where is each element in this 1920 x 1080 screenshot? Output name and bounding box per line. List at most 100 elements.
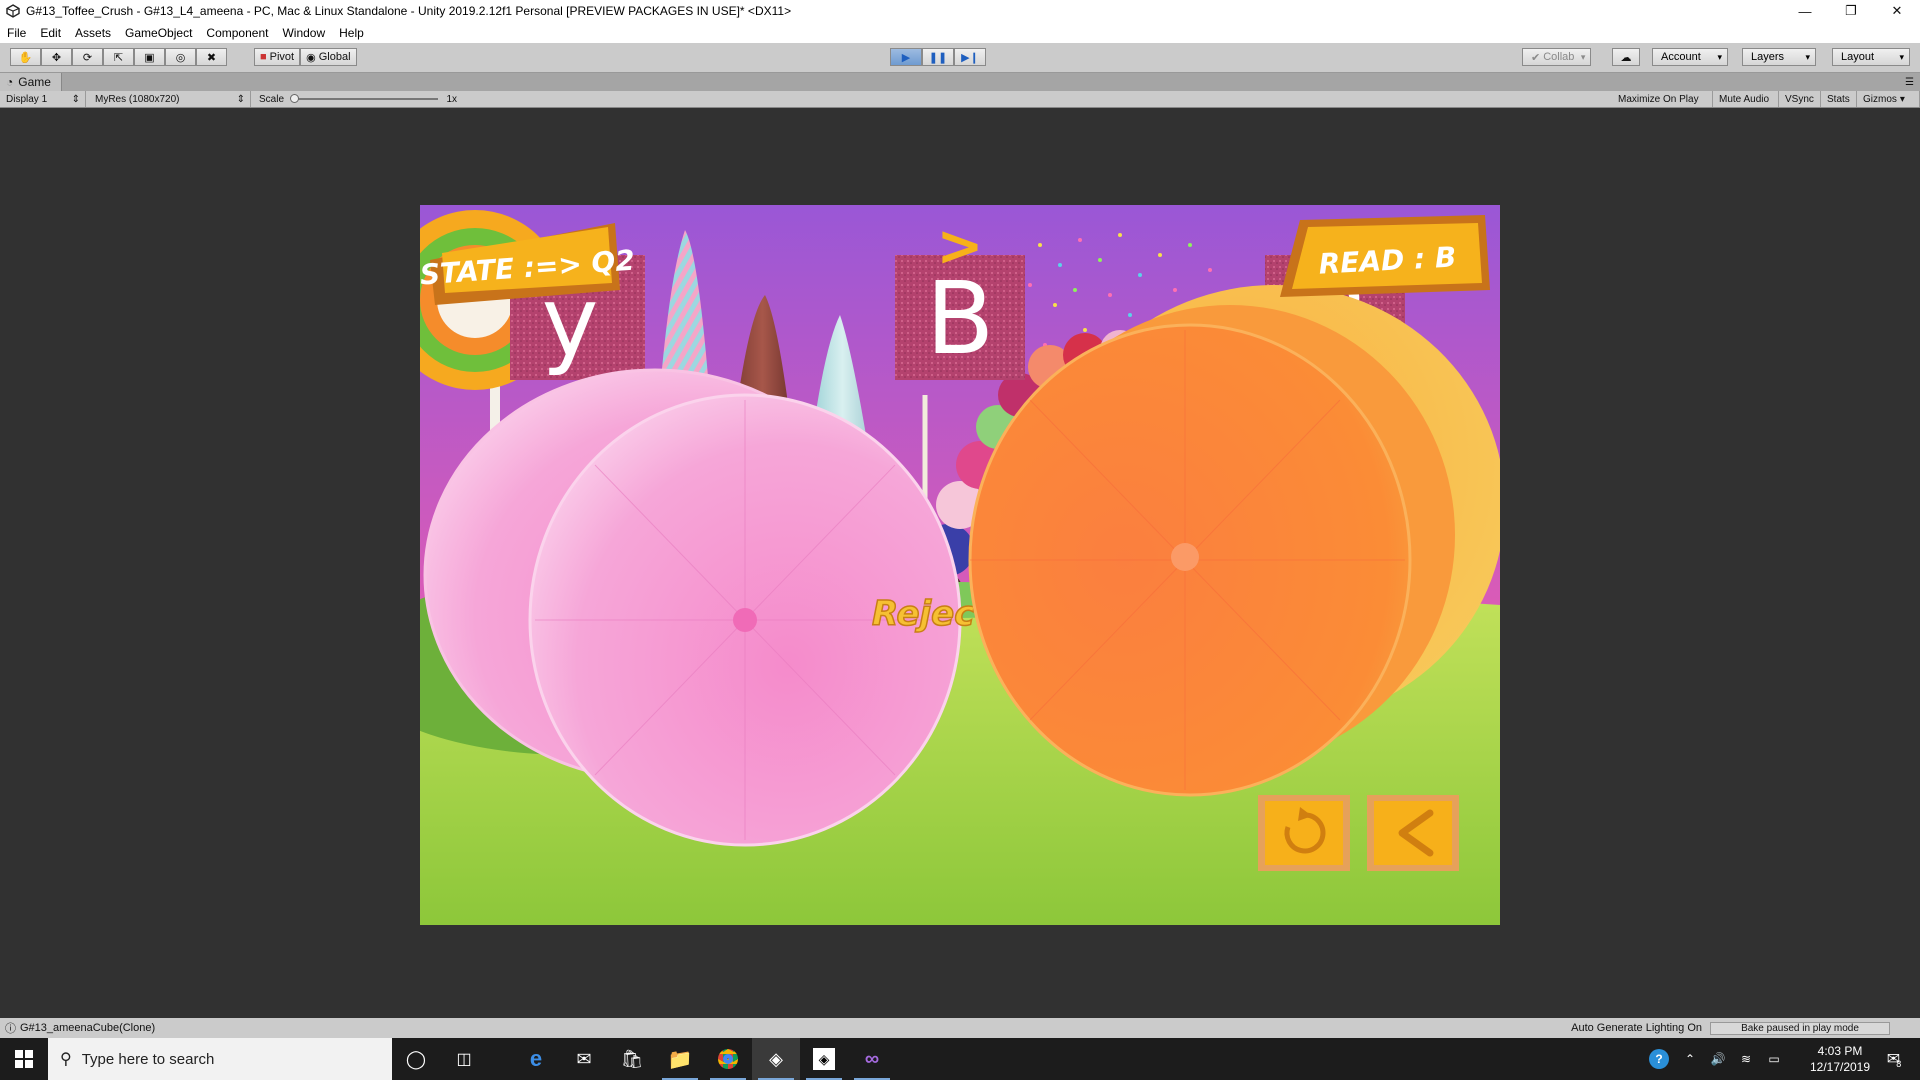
cloud-button[interactable]: ☁ xyxy=(1612,48,1640,66)
gizmos-dropdown[interactable]: Gizmos ▾ xyxy=(1857,91,1920,107)
search-placeholder: Type here to search xyxy=(81,1050,215,1068)
global-button[interactable]: ◉ Global xyxy=(300,48,357,66)
store-button[interactable]: 🛍 xyxy=(608,1038,656,1080)
vsync-toggle[interactable]: VSync xyxy=(1779,91,1821,107)
search-icon: ⚲ xyxy=(60,1051,72,1068)
action-center-button[interactable]: ✉ 8 xyxy=(1874,1038,1914,1080)
file-explorer-button[interactable]: 📁 xyxy=(656,1038,704,1080)
play-button[interactable]: ▶ xyxy=(890,48,922,66)
layout-group: Layout xyxy=(1832,48,1910,66)
battery-icon: ▭ xyxy=(1768,1052,1780,1066)
step-icon: ▶❙ xyxy=(961,51,979,64)
tray-overflow-button[interactable]: ⌃ xyxy=(1678,1038,1702,1080)
chevron-up-icon: ⌃ xyxy=(1684,1052,1696,1066)
updown-icon: ⇕ xyxy=(71,93,80,105)
tab-game[interactable]: ◔ Game xyxy=(0,73,62,91)
taskbar-clock[interactable]: 4:03 PM 12/17/2019 xyxy=(1804,1043,1876,1075)
taskbar-search-box[interactable]: ⚲ Type here to search xyxy=(48,1038,392,1080)
layout-dropdown[interactable]: Layout xyxy=(1832,48,1910,66)
orange-candy-center xyxy=(1171,543,1199,571)
account-dropdown[interactable]: Account xyxy=(1652,48,1728,66)
menu-gameobject[interactable]: GameObject xyxy=(118,26,199,40)
cloud-group: ☁ xyxy=(1612,48,1640,66)
pivot-button[interactable]: ■ Pivot xyxy=(254,48,301,66)
game-render[interactable]: y B > B Rejected xyxy=(420,205,1500,925)
volume-icon: 🔊 xyxy=(1710,1052,1726,1066)
cortana-button[interactable]: ◯ xyxy=(392,1038,440,1080)
mail-button[interactable]: ✉ xyxy=(560,1038,608,1080)
scale-value: 1x xyxy=(446,93,457,105)
display-dropdown[interactable]: Display 1 ⇕ xyxy=(0,91,86,107)
stats-toggle[interactable]: Stats xyxy=(1821,91,1857,107)
status-bar: ⓘ G#13_ameenaCube(Clone) Auto Generate L… xyxy=(0,1018,1920,1038)
dropdown-icon: ▾ xyxy=(1899,93,1905,105)
maximize-on-play-toggle[interactable]: Maximize On Play xyxy=(1612,91,1713,107)
help-tray-button[interactable]: ? xyxy=(1644,1038,1674,1080)
battery-button[interactable]: ▭ xyxy=(1762,1038,1786,1080)
hand-icon: ✋ xyxy=(18,51,33,64)
custom-tool-icon: ✖ xyxy=(206,51,217,64)
scale-slider-handle[interactable] xyxy=(290,94,300,103)
mute-audio-toggle[interactable]: Mute Audio xyxy=(1713,91,1779,107)
check-icon: ✔ xyxy=(1531,51,1541,64)
visual-studio-button[interactable]: ∞ xyxy=(848,1038,896,1080)
menu-assets[interactable]: Assets xyxy=(68,26,118,40)
pause-button[interactable]: ❚❚ xyxy=(922,48,954,66)
wifi-button[interactable]: ≋ xyxy=(1734,1038,1758,1080)
cortana-icon: ◯ xyxy=(405,1048,427,1069)
store-icon: 🛍 xyxy=(620,1048,644,1069)
start-button[interactable] xyxy=(0,1038,48,1080)
layers-dropdown[interactable]: Layers xyxy=(1742,48,1816,66)
game-viewport[interactable]: y B > B Rejected xyxy=(0,108,1920,1018)
restore-button[interactable]: ❐ xyxy=(1828,0,1874,22)
clock-date: 12/17/2019 xyxy=(1809,1060,1871,1074)
panel-menu-icon[interactable]: ☰ xyxy=(1905,77,1914,88)
transform-tool-button[interactable]: ◎ xyxy=(165,48,196,66)
pause-icon: ❚❚ xyxy=(928,51,948,64)
edge-button[interactable]: e xyxy=(512,1038,560,1080)
menu-file[interactable]: File xyxy=(0,26,33,40)
rect-tool-button[interactable]: ▣ xyxy=(134,48,165,66)
restart-button[interactable] xyxy=(1258,795,1350,871)
scale-slider[interactable] xyxy=(290,94,439,103)
menu-help[interactable]: Help xyxy=(332,26,371,40)
menu-window[interactable]: Window xyxy=(275,26,332,40)
rotate-tool-button[interactable]: ⟳ xyxy=(72,48,103,66)
playback-group: ▶ ❚❚ ▶❙ xyxy=(890,48,986,66)
cloud-icon: ☁ xyxy=(1620,51,1632,64)
unity-editor-button[interactable]: ◈ xyxy=(800,1038,848,1080)
move-tool-button[interactable]: ✥ xyxy=(41,48,72,66)
windows-taskbar: ⚲ Type here to search ◯ ◫ e ✉ 🛍 📁 ◈ ◈ ∞ … xyxy=(0,1038,1920,1080)
unity-hub-button[interactable]: ◈ xyxy=(752,1038,800,1080)
hand-tool-button[interactable]: ✋ xyxy=(10,48,41,66)
close-button[interactable]: ✕ xyxy=(1874,0,1920,22)
info-icon: ⓘ xyxy=(5,1023,16,1035)
task-view-button[interactable]: ◫ xyxy=(440,1038,488,1080)
notification-count: 8 xyxy=(1896,1059,1902,1069)
menu-bar: File Edit Assets GameObject Component Wi… xyxy=(0,22,1920,43)
status-message[interactable]: G#13_ameenaCube(Clone) xyxy=(20,1022,155,1034)
layers-group: Layers xyxy=(1742,48,1816,66)
collab-dropdown[interactable]: ✔ Collab xyxy=(1522,48,1592,66)
scale-tool-button[interactable]: ⇱ xyxy=(103,48,134,66)
mail-icon: ✉ xyxy=(576,1048,592,1069)
chrome-button[interactable] xyxy=(704,1038,752,1080)
layers-label: Layers xyxy=(1751,51,1785,63)
game-tab-icon: ◔ xyxy=(6,75,14,89)
chrome-icon xyxy=(718,1049,738,1069)
resolution-label: MyRes (1080x720) xyxy=(95,93,180,105)
minimize-button[interactable]: — xyxy=(1782,0,1828,22)
menu-edit[interactable]: Edit xyxy=(33,26,68,40)
move-icon: ✥ xyxy=(51,51,62,64)
game-tab-label: Game xyxy=(18,75,51,89)
pink-candy-center xyxy=(733,608,757,632)
window-titlebar: G#13_Toffee_Crush - G#13_L4_ameena - PC,… xyxy=(0,0,1920,22)
menu-component[interactable]: Component xyxy=(199,26,275,40)
custom-tool-button[interactable]: ✖ xyxy=(196,48,227,66)
scale-label: Scale xyxy=(259,93,285,105)
window-title: G#13_Toffee_Crush - G#13_L4_ameena - PC,… xyxy=(26,4,792,18)
volume-button[interactable]: 🔊 xyxy=(1706,1038,1730,1080)
step-button[interactable]: ▶❙ xyxy=(954,48,986,66)
back-button[interactable] xyxy=(1367,795,1459,871)
resolution-dropdown[interactable]: MyRes (1080x720) ⇕ xyxy=(89,91,251,107)
